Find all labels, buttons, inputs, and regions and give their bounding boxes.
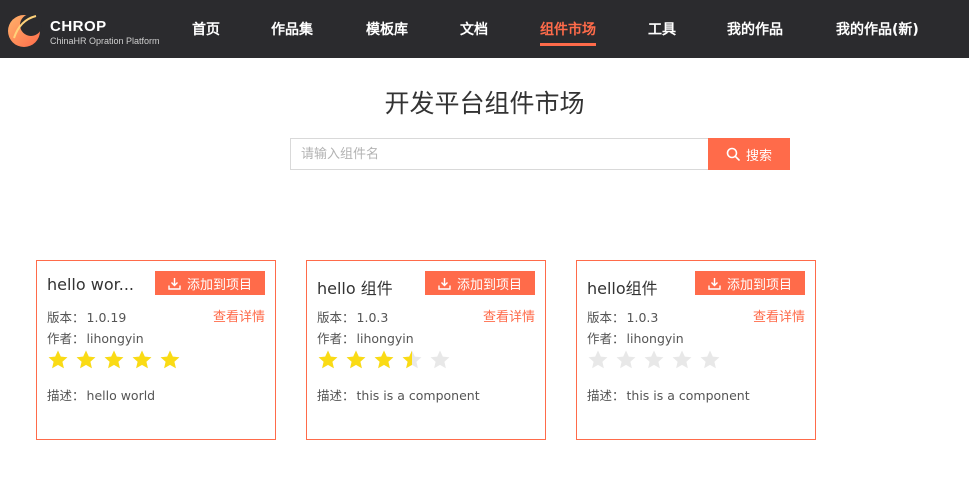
view-details-link[interactable]: 查看详情 bbox=[213, 306, 265, 325]
nav-item-home[interactable]: 首页 bbox=[192, 19, 220, 39]
author-label: 作者： bbox=[587, 331, 625, 346]
nav-item-docs[interactable]: 文档 bbox=[460, 19, 488, 39]
nav-item-label: 我的作品 bbox=[727, 22, 783, 38]
nav-item-tools[interactable]: 工具 bbox=[648, 19, 676, 39]
download-icon bbox=[438, 277, 451, 290]
star-empty-icon bbox=[430, 350, 450, 369]
version-value: 1.0.3 bbox=[356, 310, 389, 325]
version-label: 版本： bbox=[317, 310, 355, 325]
author-value: lihongyin bbox=[626, 331, 684, 346]
component-card: hello 组件 添加到项目 版本： 1.0.3 查看详情 作者： lihongyi… bbox=[306, 260, 546, 440]
star-filled-icon bbox=[76, 350, 96, 369]
nav-item-my-works-new[interactable]: 我的作品(新) bbox=[836, 19, 919, 39]
add-to-project-label: 添加到项目 bbox=[186, 277, 252, 293]
nav-item-component-market[interactable]: 组件市场 bbox=[540, 19, 596, 46]
logo-title: CHROP bbox=[50, 18, 107, 35]
download-icon bbox=[708, 277, 721, 290]
star-empty-icon bbox=[616, 350, 636, 369]
star-filled-icon bbox=[48, 350, 68, 369]
add-to-project-label: 添加到项目 bbox=[726, 277, 792, 293]
component-card: hello组件 添加到项目 版本： 1.0.3 查看详情 作者： lihongyin… bbox=[576, 260, 816, 440]
author-label: 作者： bbox=[47, 331, 85, 346]
description-row: 描述： hello world bbox=[47, 385, 155, 404]
page-title: 开发平台组件市场 bbox=[384, 89, 585, 118]
description-label: 描述： bbox=[317, 388, 355, 403]
nav-item-label: 首页 bbox=[192, 22, 220, 38]
star-empty-icon bbox=[588, 350, 608, 369]
view-details-link[interactable]: 查看详情 bbox=[753, 306, 805, 325]
nav-item-label: 模板库 bbox=[366, 22, 408, 38]
author-row: 作者： lihongyin bbox=[587, 328, 684, 347]
version-row: 版本： 1.0.3 bbox=[317, 307, 388, 326]
component-name: hello wor... bbox=[47, 275, 134, 294]
nav-item-my-works[interactable]: 我的作品 bbox=[727, 19, 783, 39]
description-value: this is a component bbox=[356, 388, 480, 403]
version-label: 版本： bbox=[587, 310, 625, 325]
star-filled-icon bbox=[160, 350, 180, 369]
logo-subtitle: ChinaHR Opration Platform bbox=[50, 36, 160, 46]
nav-item-label: 组件市场 bbox=[540, 22, 596, 38]
search-button-label: 搜索 bbox=[745, 147, 772, 163]
star-empty-icon bbox=[672, 350, 692, 369]
nav-item-label: 工具 bbox=[648, 22, 676, 38]
author-value: lihongyin bbox=[86, 331, 144, 346]
star-filled-icon bbox=[346, 350, 366, 369]
description-value: this is a component bbox=[626, 388, 750, 403]
chrop-logo-icon bbox=[8, 14, 42, 47]
description-label: 描述： bbox=[587, 388, 625, 403]
star-filled-icon bbox=[132, 350, 152, 369]
component-card: hello wor... 添加到项目 版本： 1.0.19 查看详情 作者： lih… bbox=[36, 260, 276, 440]
author-row: 作者： lihongyin bbox=[317, 328, 414, 347]
component-name: hello组件 bbox=[587, 279, 658, 298]
version-label: 版本： bbox=[47, 310, 85, 325]
star-empty-icon bbox=[700, 350, 720, 369]
logo[interactable]: CHROP ChinaHR Opration Platform bbox=[6, 10, 166, 50]
top-nav-bar: CHROP ChinaHR Opration Platform 首页 作品集 模… bbox=[0, 0, 969, 58]
component-name: hello 组件 bbox=[317, 279, 393, 298]
search-icon bbox=[726, 147, 740, 161]
add-to-project-label: 添加到项目 bbox=[456, 277, 522, 293]
add-to-project-button[interactable]: 添加到项目 bbox=[695, 271, 805, 295]
description-row: 描述： this is a component bbox=[587, 385, 750, 404]
description-value: hello world bbox=[86, 388, 156, 403]
add-to-project-button[interactable]: 添加到项目 bbox=[425, 271, 535, 295]
nav-item-label: 我的作品(新) bbox=[836, 22, 919, 38]
description-label: 描述： bbox=[47, 388, 85, 403]
author-value: lihongyin bbox=[356, 331, 414, 346]
author-row: 作者： lihongyin bbox=[47, 328, 144, 347]
author-label: 作者： bbox=[317, 331, 355, 346]
description-row: 描述： this is a component bbox=[317, 385, 480, 404]
active-nav-underline bbox=[540, 43, 596, 46]
search-input[interactable] bbox=[290, 138, 709, 170]
nav-item-label: 文档 bbox=[460, 22, 488, 38]
nav-item-templates[interactable]: 模板库 bbox=[366, 19, 408, 39]
version-row: 版本： 1.0.3 bbox=[587, 307, 658, 326]
version-row: 版本： 1.0.19 bbox=[47, 307, 126, 326]
star-empty-icon bbox=[644, 350, 664, 369]
star-half-icon bbox=[402, 350, 422, 369]
version-value: 1.0.3 bbox=[626, 310, 659, 325]
nav-item-portfolio[interactable]: 作品集 bbox=[271, 19, 313, 39]
star-filled-icon bbox=[374, 350, 394, 369]
view-details-link[interactable]: 查看详情 bbox=[483, 306, 535, 325]
star-filled-icon bbox=[318, 350, 338, 369]
version-value: 1.0.19 bbox=[86, 310, 127, 325]
star-filled-icon bbox=[104, 350, 124, 369]
add-to-project-button[interactable]: 添加到项目 bbox=[155, 271, 265, 295]
nav-item-label: 作品集 bbox=[271, 22, 313, 38]
download-icon bbox=[168, 277, 181, 290]
search-button[interactable]: 搜索 bbox=[708, 138, 790, 170]
